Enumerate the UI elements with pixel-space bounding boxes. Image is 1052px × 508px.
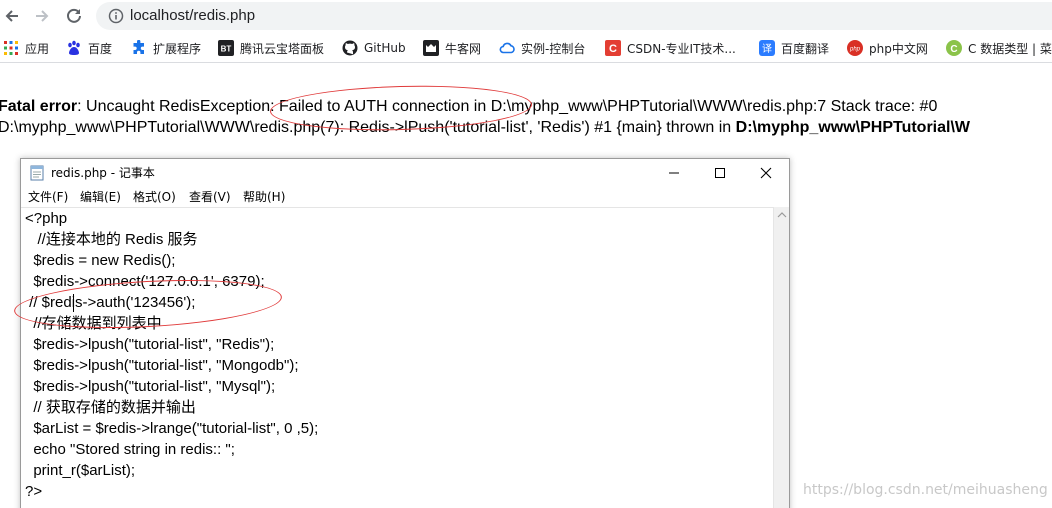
bookmark-baidu-translate[interactable]: 译 百度翻译 [759, 38, 829, 58]
scroll-up-icon[interactable] [777, 211, 787, 219]
code-line: // 获取存储的数据并输出 [25, 399, 196, 416]
maximize-icon [715, 168, 725, 178]
notepad-title-bar[interactable]: redis.php - 记事本 [21, 159, 789, 187]
error-thrown-path: D:\myphp_www\PHPTutorial\W [735, 119, 971, 136]
bookmarks-bar: 应用 百度 扩展程序 BT 腾讯云宝塔面板 GitHub 牛客网 实例-控制台 [0, 33, 1052, 63]
vertical-scrollbar[interactable] [773, 207, 789, 508]
code-line: $redis->lpush("tutorial-list", "Mongodb"… [25, 357, 299, 374]
bookmark-csdn[interactable]: C CSDN-专业IT技术... [605, 38, 736, 58]
watermark: https://blog.csdn.net/meihuasheng [803, 482, 1048, 498]
back-button[interactable] [0, 4, 24, 28]
cloud-icon [499, 40, 515, 56]
notepad-text-area[interactable]: <?php //连接本地的 Redis 服务 $redis = new Redi… [21, 207, 773, 508]
forward-button[interactable] [30, 4, 54, 28]
csdn-icon: C [605, 40, 621, 56]
notepad-menu-bar: 文件(F) 编辑(E) 格式(O) 查看(V) 帮助(H) [21, 187, 789, 207]
runoob-icon: C [946, 40, 962, 56]
omnibox[interactable]: localhost/redis.php [96, 2, 1052, 30]
url-text[interactable]: localhost/redis.php [130, 6, 255, 26]
bookmark-runoob[interactable]: C C 数据类型 | 菜 [946, 38, 1052, 58]
back-arrow-icon [5, 10, 18, 22]
code-line: <?php [25, 210, 68, 227]
svg-text:php: php [849, 47, 861, 53]
menu-view[interactable]: 查看(V) [189, 189, 231, 205]
nowcoder-icon [423, 40, 439, 56]
menu-help[interactable]: 帮助(H) [243, 189, 285, 205]
address-bar-row: localhost/redis.php [0, 0, 1052, 32]
close-button[interactable] [743, 159, 789, 187]
bookmark-bt-panel[interactable]: BT 腾讯云宝塔面板 [218, 38, 324, 58]
bookmark-extensions[interactable]: 扩展程序 [131, 38, 201, 58]
code-line: print_r($arList); [25, 462, 136, 479]
menu-edit[interactable]: 编辑(E) [80, 189, 121, 205]
error-label: Fatal error [0, 98, 78, 115]
apps-grid-icon [3, 40, 19, 56]
close-icon [760, 167, 772, 179]
code-line: $redis->lpush("tutorial-list", "Redis"); [25, 336, 275, 353]
puzzle-icon [131, 40, 147, 56]
reload-icon [67, 8, 81, 23]
reload-button[interactable] [62, 4, 86, 28]
bookmark-console[interactable]: 实例-控制台 [499, 38, 585, 58]
code-line: echo "Stored string in redis:: "; [25, 441, 235, 458]
baidu-paw-icon [66, 40, 82, 56]
svg-text:C: C [609, 43, 617, 55]
info-icon[interactable] [108, 8, 124, 24]
notepad-icon [30, 165, 44, 181]
forward-arrow-icon [36, 10, 49, 22]
bookmark-php-cn[interactable]: php php中文网 [847, 38, 928, 58]
translate-icon: 译 [759, 40, 775, 56]
notepad-title: redis.php - 记事本 [51, 166, 155, 180]
menu-format[interactable]: 格式(O) [133, 189, 176, 205]
code-line: ?> [25, 483, 43, 500]
notepad-window: redis.php - 记事本 文件(F) 编辑(E) 格式(O) 查看(V) … [20, 158, 790, 508]
code-line: $arList = $redis->lrange("tutorial-list"… [25, 420, 319, 437]
minimize-button[interactable] [651, 159, 697, 187]
bt-icon: BT [218, 40, 234, 56]
svg-text:BT: BT [221, 45, 232, 54]
menu-file[interactable]: 文件(F) [28, 189, 68, 205]
code-line: //连接本地的 Redis 服务 [25, 231, 198, 248]
minimize-icon [669, 172, 679, 174]
php-icon: php [847, 40, 863, 56]
code-line: $redis->lpush("tutorial-list", "Mysql"); [25, 378, 276, 395]
code-line: $redis = new Redis(); [25, 252, 176, 269]
bookmark-baidu[interactable]: 百度 [66, 38, 112, 58]
bookmark-github[interactable]: GitHub [342, 38, 406, 58]
bookmark-nowcoder[interactable]: 牛客网 [423, 38, 481, 58]
github-icon [342, 40, 358, 56]
svg-text:译: 译 [762, 43, 772, 55]
bookmark-apps[interactable]: 应用 [3, 38, 49, 58]
svg-text:C: C [950, 44, 957, 55]
maximize-button[interactable] [697, 159, 743, 187]
